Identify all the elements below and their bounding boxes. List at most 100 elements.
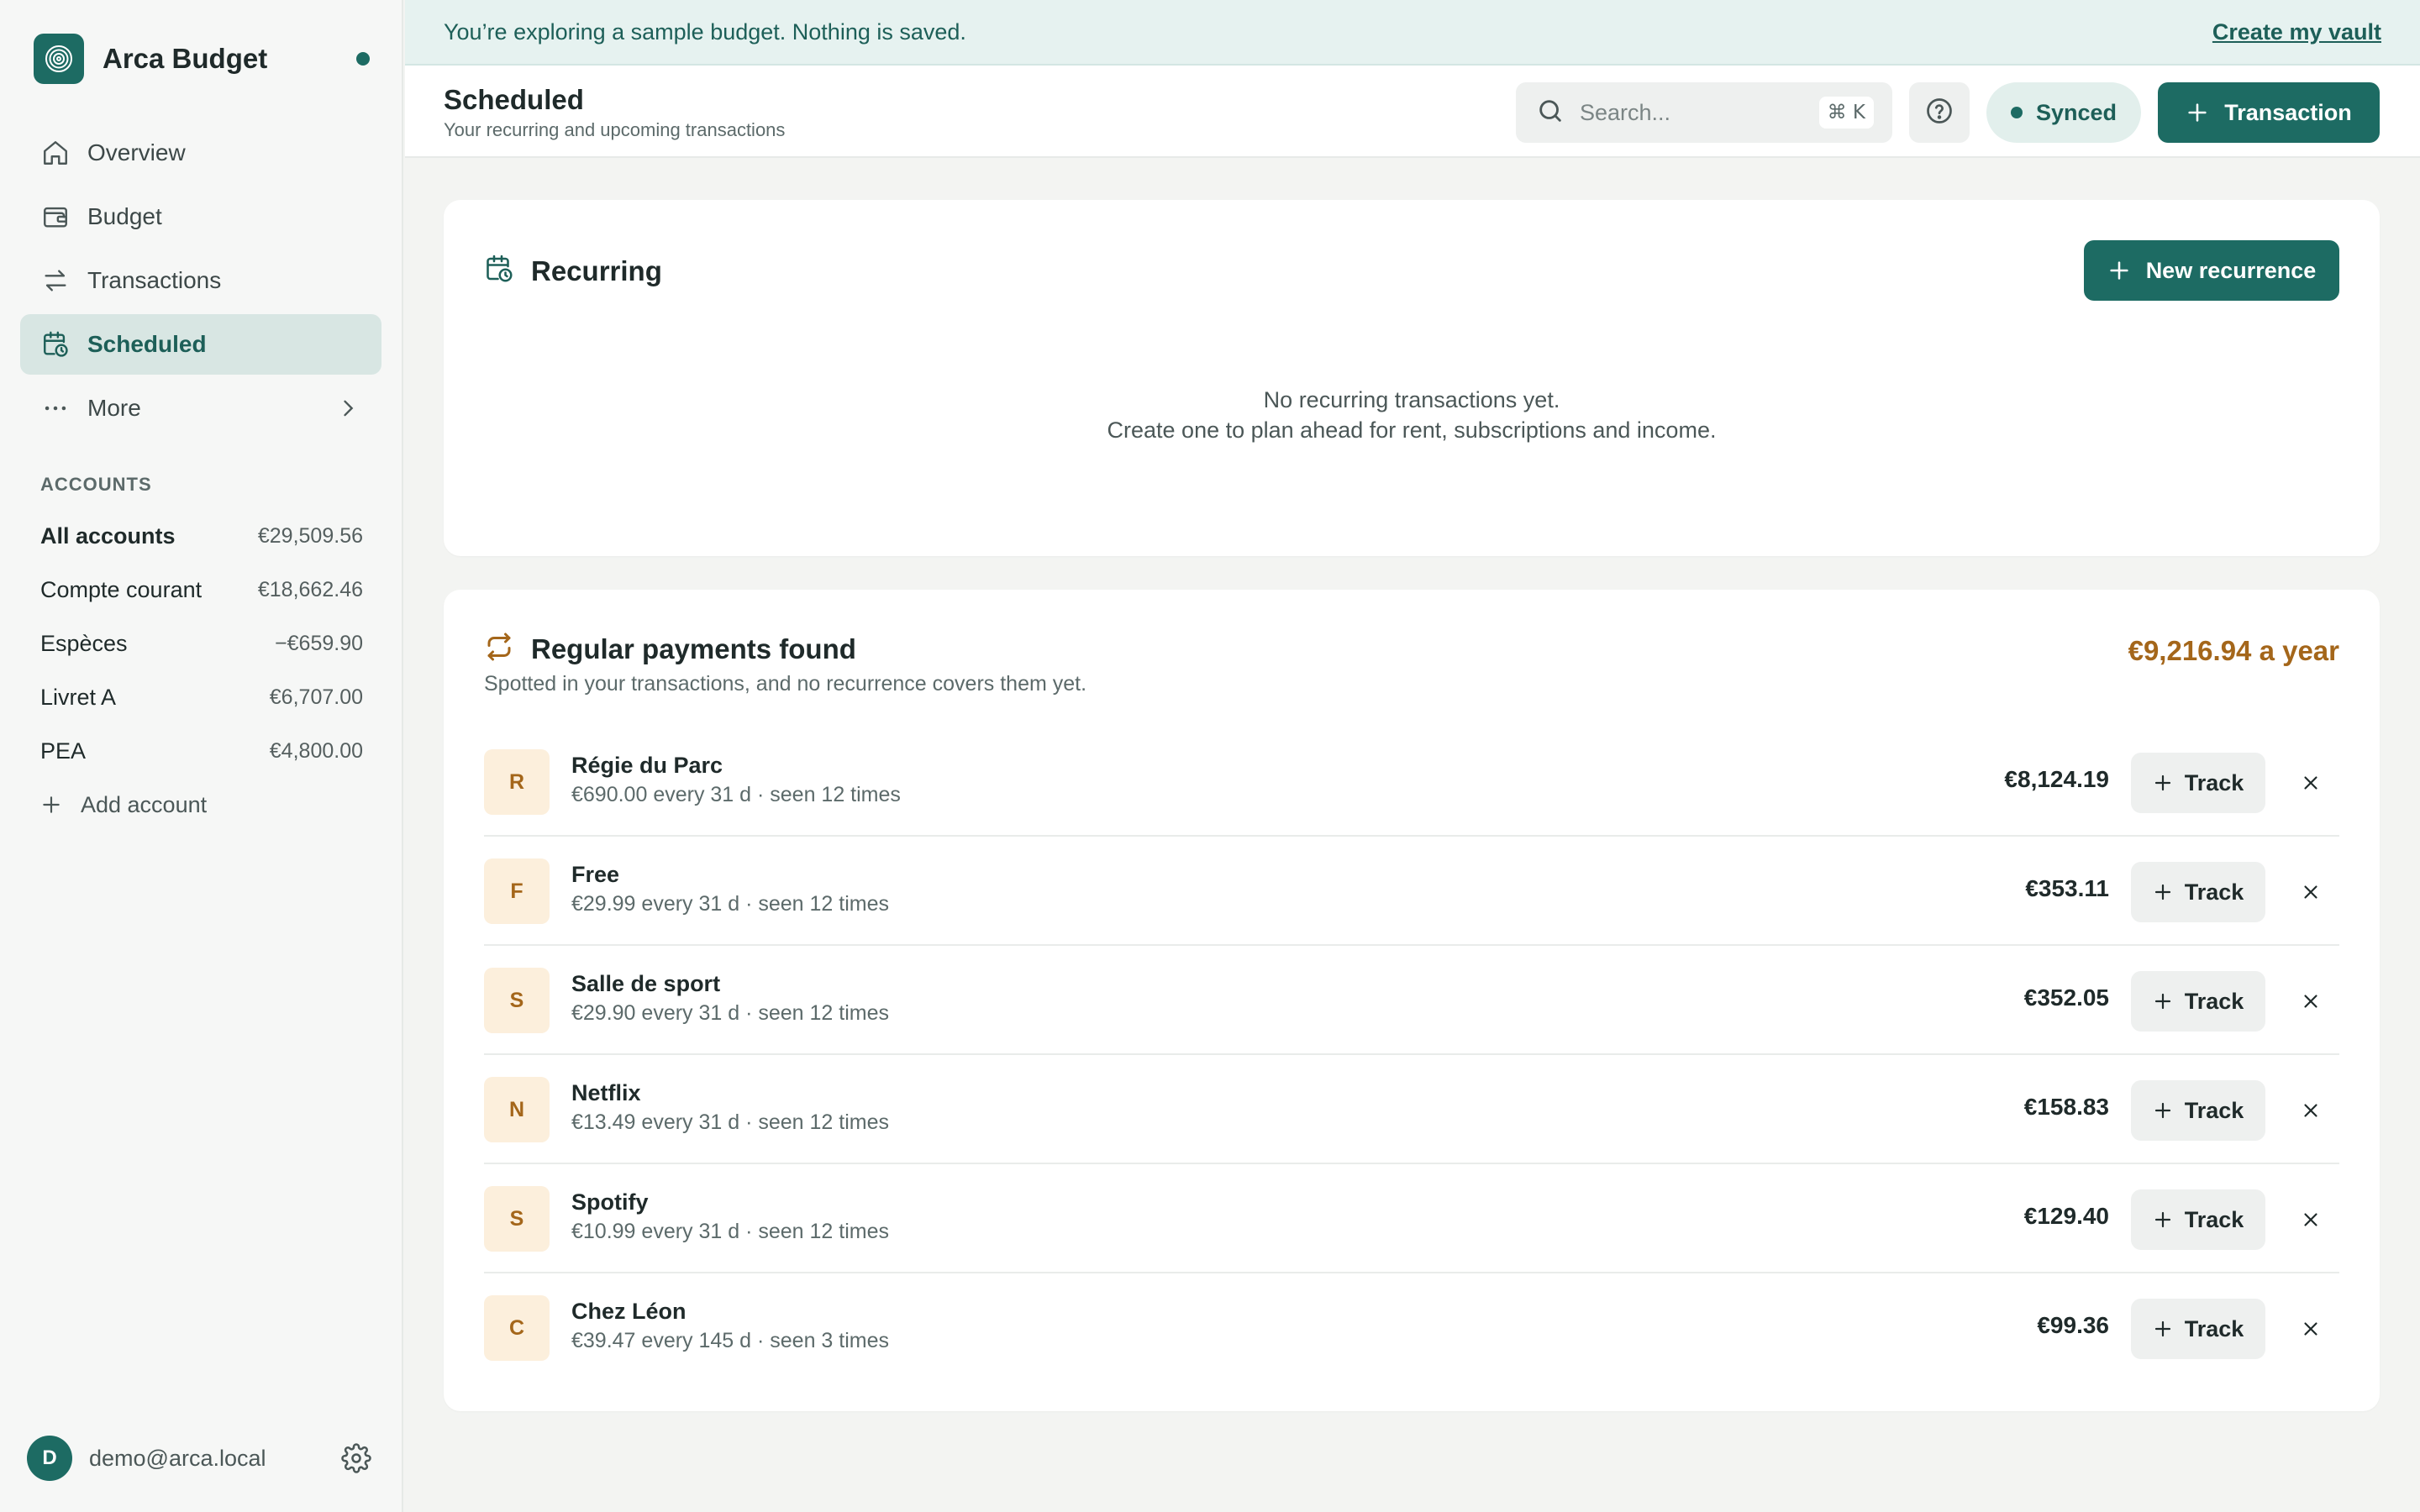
new-recurrence-label: New recurrence	[2145, 257, 2317, 283]
page-title: Scheduled	[444, 84, 584, 115]
yearly-amount: €353.11	[2025, 875, 2109, 901]
regular-payments-subtitle: Spotted in your transactions, and no rec…	[484, 672, 1087, 696]
app-logo-icon	[34, 34, 84, 84]
sidebar-item-label: Scheduled	[87, 331, 207, 357]
track-label: Track	[2184, 988, 2244, 1014]
wallet-icon	[40, 202, 71, 232]
payment-frequency: €690.00 every 31 d · seen 12 times	[571, 783, 901, 806]
sample-budget-banner: You’re exploring a sample budget. Nothin…	[405, 0, 2420, 66]
brand[interactable]: Arca Budget	[34, 34, 370, 84]
payee-avatar: S	[484, 1186, 550, 1252]
plus-icon	[2107, 259, 2131, 282]
recurring-card: Recurring New recurrence No recurring tr…	[444, 200, 2380, 556]
account-name: Livret A	[40, 684, 117, 710]
track-button[interactable]: Track	[2131, 1080, 2265, 1141]
yearly-amount: €8,124.19	[2004, 766, 2109, 792]
list-item: C Chez Léon €39.47 every 145 d · seen 3 …	[484, 1273, 2339, 1383]
search-input[interactable]: Search... ⌘ K	[1516, 82, 1892, 143]
account-balance: −€659.90	[275, 631, 363, 655]
home-icon	[40, 138, 71, 168]
account-balance: €18,662.46	[257, 577, 363, 601]
add-transaction-button[interactable]: Transaction	[2158, 82, 2380, 143]
gear-icon[interactable]	[341, 1443, 371, 1473]
account-item-pea[interactable]: PEA €4,800.00	[40, 724, 363, 778]
add-transaction-label: Transaction	[2224, 99, 2352, 125]
sidebar-nav: Overview Budget Transactions Scheduled M…	[20, 123, 381, 442]
payment-frequency: €29.99 every 31 d · seen 12 times	[571, 892, 890, 916]
account-item-all[interactable]: All accounts €29,509.56	[40, 509, 363, 563]
account-item-livret-a[interactable]: Livret A €6,707.00	[40, 670, 363, 724]
help-button[interactable]	[1909, 82, 1970, 143]
avatar: D	[27, 1436, 72, 1481]
create-vault-link[interactable]: Create my vault	[2212, 19, 2381, 45]
sidebar-item-more[interactable]: More	[20, 378, 381, 438]
account-name: All accounts	[40, 522, 176, 549]
status-dot	[356, 52, 370, 66]
yearly-amount: €158.83	[2023, 1094, 2109, 1120]
sidebar-item-budget[interactable]: Budget	[20, 186, 381, 247]
plus-icon	[2153, 991, 2173, 1011]
account-item-compte-courant[interactable]: Compte courant €18,662.46	[40, 563, 363, 617]
payee-avatar: N	[484, 1077, 550, 1142]
account-balance: €4,800.00	[269, 738, 363, 763]
sidebar-item-label: More	[87, 395, 141, 421]
close-icon[interactable]	[2294, 766, 2328, 800]
payment-frequency: €13.49 every 31 d · seen 12 times	[571, 1110, 890, 1134]
sidebar-item-transactions[interactable]: Transactions	[20, 250, 381, 311]
account-balance: €6,707.00	[269, 685, 363, 709]
sidebar-item-scheduled[interactable]: Scheduled	[20, 314, 381, 375]
payee-name: Salle de sport	[571, 971, 721, 996]
regular-payments-title: Regular payments found	[531, 633, 856, 664]
calendar-clock-icon	[40, 329, 71, 360]
plus-icon	[2153, 882, 2173, 902]
payment-frequency: €39.47 every 145 d · seen 3 times	[571, 1329, 890, 1352]
close-icon[interactable]	[2294, 1094, 2328, 1127]
sync-status-badge[interactable]: Synced	[1986, 82, 2141, 143]
plus-icon	[2153, 1100, 2173, 1121]
payee-name: Netflix	[571, 1080, 641, 1105]
sync-dot-icon	[2010, 107, 2023, 118]
add-account-button[interactable]: Add account	[40, 778, 363, 832]
account-item-especes[interactable]: Espèces −€659.90	[40, 617, 363, 670]
close-icon[interactable]	[2294, 875, 2328, 909]
yearly-amount: €99.36	[2037, 1312, 2109, 1338]
recurring-title: Recurring	[531, 255, 662, 286]
banner-text: You’re exploring a sample budget. Nothin…	[444, 18, 966, 45]
help-circle-icon	[1924, 96, 1954, 130]
sidebar-item-label: Transactions	[87, 267, 222, 293]
payment-frequency: €10.99 every 31 d · seen 12 times	[571, 1220, 890, 1243]
close-icon[interactable]	[2294, 984, 2328, 1018]
plus-icon	[2186, 101, 2209, 124]
new-recurrence-button[interactable]: New recurrence	[2084, 240, 2339, 301]
regular-payments-heading: Regular payments found	[484, 632, 856, 666]
sidebar-item-overview[interactable]: Overview	[20, 123, 381, 183]
track-button[interactable]: Track	[2131, 862, 2265, 922]
sidebar-item-label: Overview	[87, 139, 186, 165]
track-button[interactable]: Track	[2131, 971, 2265, 1032]
track-button[interactable]: Track	[2131, 753, 2265, 813]
user-menu[interactable]: D demo@arca.local	[27, 1435, 371, 1482]
account-name: PEA	[40, 738, 87, 764]
track-button[interactable]: Track	[2131, 1299, 2265, 1359]
list-item: R Régie du Parc €690.00 every 31 d · see…	[484, 727, 2339, 837]
payee-name: Chez Léon	[571, 1299, 687, 1324]
yearly-total: €9,216.94 a year	[2128, 635, 2339, 666]
page-header: Scheduled Your recurring and upcoming tr…	[405, 66, 2420, 158]
payment-frequency: €29.90 every 31 d · seen 12 times	[571, 1001, 890, 1025]
keyboard-shortcut-badge: ⌘ K	[1818, 97, 1874, 129]
payee-avatar: C	[484, 1295, 550, 1361]
close-icon[interactable]	[2294, 1312, 2328, 1346]
sidebar: Arca Budget Overview Budget Transactions	[0, 0, 403, 1512]
add-account-label: Add account	[81, 791, 208, 817]
payee-name: Free	[571, 862, 620, 887]
accounts-heading: ACCOUNTS	[40, 474, 152, 495]
recurring-heading: Recurring	[484, 254, 662, 288]
sync-status-label: Synced	[2035, 99, 2118, 125]
close-icon[interactable]	[2294, 1203, 2328, 1236]
list-item: F Free €29.99 every 31 d · seen 12 times…	[484, 837, 2339, 946]
track-button[interactable]: Track	[2131, 1189, 2265, 1250]
empty-state-line: Create one to plan ahead for rent, subsc…	[1107, 417, 1717, 443]
track-label: Track	[2184, 769, 2244, 795]
payee-name: Spotify	[571, 1189, 649, 1215]
payee-name: Régie du Parc	[571, 753, 723, 778]
